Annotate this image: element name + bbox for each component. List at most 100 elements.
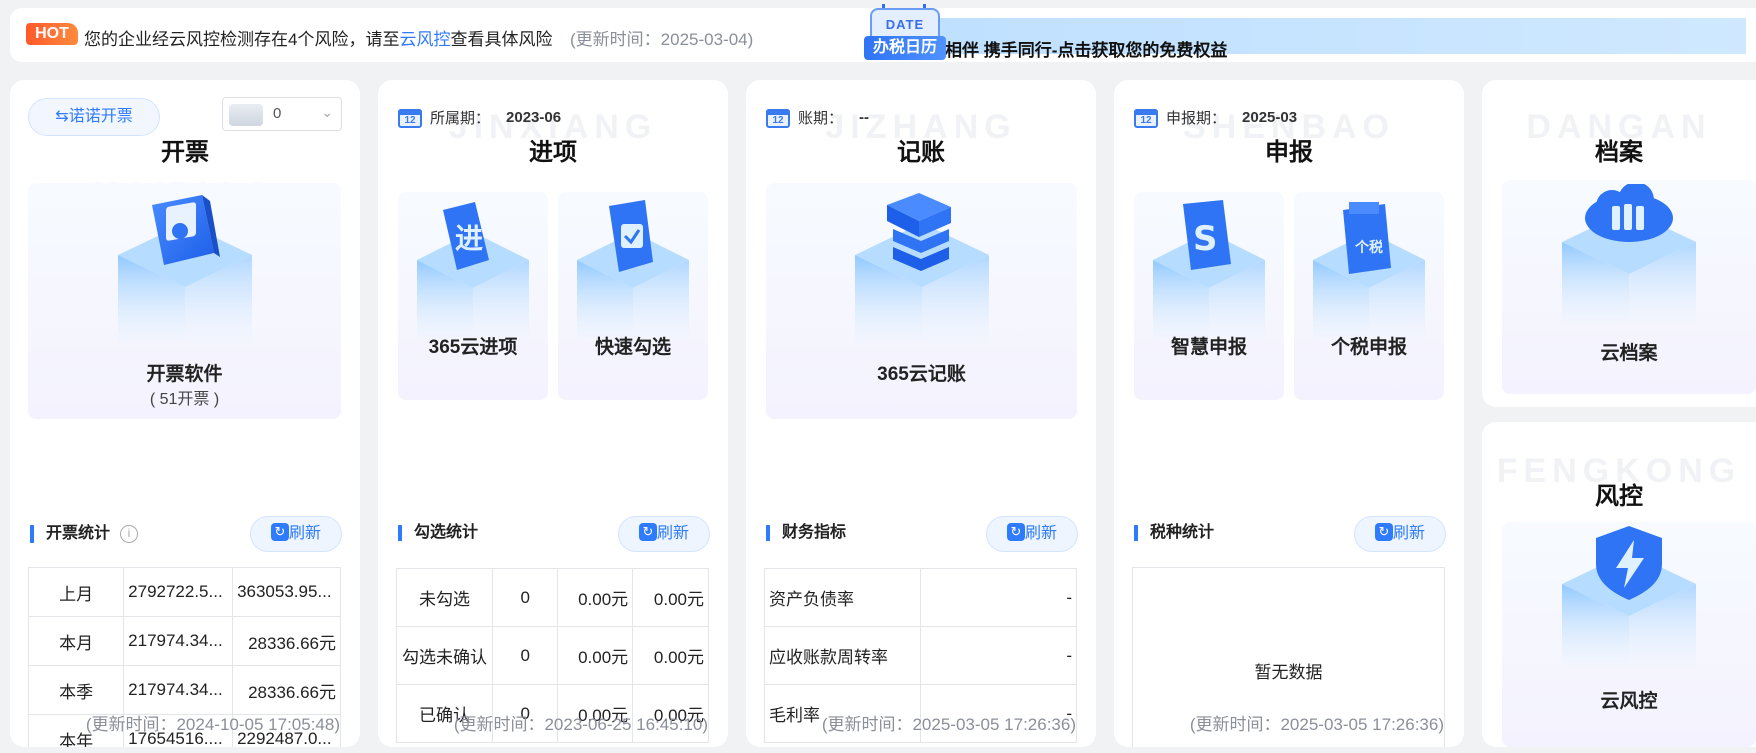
table-cell: 28336.66元	[232, 616, 341, 666]
update-time: (更新时间：2023-06-25 16:45:10)	[453, 715, 708, 734]
tile-365-jinxiang[interactable]: 进 365云进项	[398, 192, 548, 400]
calendar-icon: 12	[766, 106, 790, 128]
table-cell: 0.00元	[632, 568, 709, 627]
svg-text:S: S	[1193, 219, 1218, 259]
risk-notice-tail: 查看具体风险	[450, 30, 553, 49]
card-jizhang: JIZHANG 12 账期： -- 记账 365云记账 财务指标 ↻ 刷新 资产负债…	[746, 80, 1096, 747]
calendar-icon: 12	[398, 106, 422, 128]
table-cell: -	[919, 568, 1078, 627]
card-shenbao: SHENBAO 12 申报期： 2025-03 申报 S 智慧申报 个税 个税申报…	[1114, 80, 1464, 747]
card-title: 开票	[161, 139, 209, 166]
tax-calendar-badge[interactable]: DATE 办税日历	[862, 4, 946, 62]
period-value: 2023-06	[506, 108, 562, 126]
table-cell: 363053.95...	[232, 567, 341, 617]
date-label: DATE	[870, 8, 940, 38]
invoice-account-select[interactable]: 0 ⌄	[222, 97, 342, 131]
card-title: 记账	[897, 139, 945, 166]
empty-text: 暂无数据	[1254, 663, 1323, 682]
update-time: (更新时间：2024-10-05 17:05:48)	[85, 715, 340, 734]
refresh-icon: ↻	[1374, 523, 1393, 542]
tile-cloud-archive[interactable]: 云档案	[1502, 180, 1756, 394]
table-cell: 未勾选	[396, 568, 493, 627]
table-cell: 2792722.5...	[123, 567, 234, 617]
risk-notice-text: 您的企业经云风控检测存在4个风险，请至	[84, 30, 400, 49]
cloud-archive-icon	[1562, 184, 1696, 324]
calendar-icon: 12	[1134, 106, 1158, 128]
card-title: 进项	[529, 139, 577, 166]
table-cell: 勾选未确认	[396, 626, 493, 685]
section-title: 税种统计	[1134, 525, 1214, 541]
shield-icon	[1562, 526, 1696, 666]
tile-invoice-software[interactable]: 开票软件 ( 51开票 )	[28, 183, 341, 419]
quick-select-icon	[577, 200, 689, 340]
refresh-icon: ↻	[638, 523, 657, 542]
refresh-label: 刷新	[1392, 525, 1425, 542]
period-value: --	[859, 108, 870, 126]
table-cell: 上月	[27, 567, 125, 617]
refresh-button[interactable]: ↻ 刷新	[618, 516, 710, 552]
refresh-label: 刷新	[288, 525, 321, 542]
table-cell: 资产负债率	[764, 568, 921, 627]
refresh-button[interactable]: ↻ 刷新	[250, 516, 342, 552]
tile-365-jizhang[interactable]: 365云记账	[766, 183, 1077, 419]
bookkeeping-icon	[854, 193, 989, 343]
smart-declare-icon: S	[1153, 200, 1265, 340]
table-cell: 0	[491, 626, 559, 685]
table-cell: 28336.66元	[232, 665, 341, 715]
refresh-button[interactable]: ↻ 刷新	[1354, 516, 1446, 552]
tile-cloud-risk[interactable]: 云风控	[1502, 522, 1756, 747]
tile-label: 云档案	[1600, 343, 1658, 364]
period-label: 申报期：	[1166, 109, 1227, 127]
table-row: 未勾选 0 0.00元 0.00元	[396, 568, 709, 627]
refresh-label: 刷新	[656, 525, 689, 542]
period: 12 账期： --	[766, 106, 869, 128]
table-cell: 应收账款周转率	[764, 626, 921, 685]
tile-sublabel: ( 51开票 )	[149, 391, 220, 408]
tile-label: 365云记账	[877, 364, 966, 385]
tile-personal-tax[interactable]: 个税 个税申报	[1294, 192, 1444, 400]
table-cell: 0	[491, 568, 559, 627]
refresh-icon: ↻	[1006, 523, 1025, 542]
table-cell: 217974.34...	[123, 616, 234, 666]
refresh-button[interactable]: ↻ 刷新	[986, 516, 1078, 552]
card-jinxiang: JINXIANG 12 所属期： 2023-06 进项 进 365云进项 快速勾选…	[378, 80, 728, 747]
tile-quick-select[interactable]: 快速勾选	[558, 192, 708, 400]
cloud-risk-link[interactable]: 云风控	[399, 30, 450, 49]
table-row: 勾选未确认 0 0.00元 0.00元	[396, 626, 709, 685]
table-cell: 本季	[27, 665, 125, 715]
tile-label: 365云进项	[428, 337, 518, 358]
section-title: 开票统计 i	[30, 525, 139, 543]
tile-smart-declare[interactable]: S 智慧申报	[1134, 192, 1284, 400]
chevron-down-icon: ⌄	[321, 104, 333, 120]
tile-label: 开票软件	[146, 364, 223, 385]
period: 12 申报期： 2025-03	[1134, 106, 1297, 128]
tile-label: 快速勾选	[594, 337, 671, 358]
invoice-software-icon	[117, 195, 252, 343]
card-dangan: DANGAN 档案 云档案	[1482, 80, 1756, 407]
personal-tax-icon: 个税	[1313, 202, 1425, 340]
period: 12 所属期： 2023-06	[398, 106, 561, 128]
incoming-invoice-icon: 进	[417, 202, 529, 340]
table-row: 本月 217974.34... 28336.66元	[27, 616, 341, 666]
table-cell: 0.00元	[557, 626, 634, 685]
account-thumb	[229, 104, 263, 126]
switch-nuonuo-button[interactable]: ⇆诺诺开票	[28, 98, 160, 136]
table-row: 资产负债率 -	[764, 568, 1078, 627]
refresh-label: 刷新	[1024, 525, 1057, 542]
tax-calendar-label: 办税日历	[864, 36, 946, 60]
promo-text[interactable]: 相伴 携手同行-点击获取您的免费权益	[945, 36, 1227, 61]
info-icon[interactable]: i	[120, 525, 139, 543]
card-title: 档案	[1595, 139, 1643, 166]
card-kaipiao: KAIPIAO ⇆诺诺开票 0 ⌄ 开票 开票软件 ( 51开票 ) 开票统计i…	[10, 80, 360, 747]
notice-update-time: (更新时间：2025-03-04)	[570, 30, 754, 49]
select-value: 0	[273, 105, 282, 122]
svg-text:进: 进	[455, 222, 483, 255]
table-row: 本季 217974.34... 28336.66元	[27, 665, 341, 715]
table-row: 上月 2792722.5... 363053.95...	[27, 567, 341, 617]
table-cell: 0.00元	[557, 568, 634, 627]
table-cell: 本月	[27, 616, 125, 666]
card-title: 风控	[1595, 483, 1643, 510]
section-title-text: 开票统计	[46, 525, 111, 543]
card-title: 申报	[1265, 139, 1313, 166]
update-time: (更新时间：2025-03-05 17:26:36)	[821, 715, 1076, 734]
